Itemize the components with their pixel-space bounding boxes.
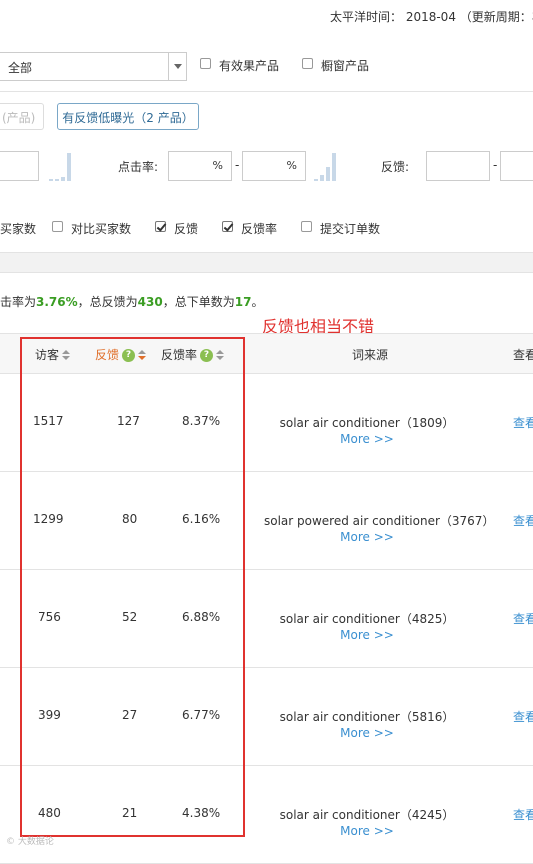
- column-toggle-row: 买家数 对比买家数 反馈 反馈率 提交订单数: [0, 209, 533, 253]
- effective-product-label: 有效果产品: [219, 59, 280, 73]
- header-view: 查看: [513, 348, 533, 362]
- cell-source: solar air conditioner（4245）: [279, 808, 455, 822]
- range-filter-row: 点击率: % - % 反馈: -: [0, 139, 533, 199]
- chevron-down-icon[interactable]: [168, 53, 186, 80]
- percent-sign: %: [212, 159, 223, 172]
- ctr-mini-chart: [314, 151, 339, 181]
- cell-source: solar air conditioner（4825）: [279, 612, 455, 626]
- ctr-max-input[interactable]: %: [242, 151, 306, 181]
- view-link[interactable]: 查看: [513, 414, 533, 431]
- percent-sign: %: [286, 159, 297, 172]
- showcase-product-checkbox[interactable]: [302, 58, 313, 69]
- distribution-mini-chart: [49, 151, 74, 181]
- summary-orders: 17: [234, 295, 252, 309]
- col-compare-buyers-label: 对比买家数: [71, 222, 132, 236]
- cell-source: solar powered air conditioner（3767）: [264, 514, 495, 528]
- watermark: © 大数据论: [6, 837, 54, 847]
- summary-ctr: 3.76%: [36, 295, 78, 309]
- feedback-low-exposure-button[interactable]: 有反馈低曝光（2 产品）: [57, 103, 199, 130]
- summary-part: 。: [251, 295, 264, 309]
- ctr-min-input[interactable]: %: [168, 151, 232, 181]
- more-link[interactable]: More >>: [264, 824, 470, 838]
- effective-product-checkbox[interactable]: [200, 58, 211, 69]
- col-feedback-checkbox[interactable]: [155, 221, 166, 232]
- more-link[interactable]: More >>: [264, 432, 470, 446]
- summary-feedback: 430: [137, 295, 163, 309]
- col-buyers-label: 买家数: [0, 222, 37, 236]
- time-zone-label: 太平洋时间： 2018-04 （更新周期：丰: [330, 10, 533, 24]
- col-orders-label: 提交订单数: [320, 222, 381, 236]
- summary-part: ，总反馈为: [77, 295, 138, 309]
- cell-source: solar air conditioner（1809）: [279, 416, 455, 430]
- view-link[interactable]: 查看: [513, 806, 533, 823]
- range-dash: -: [235, 158, 240, 172]
- header-source: 词来源: [352, 348, 389, 362]
- feedback-max-input[interactable]: [500, 151, 533, 181]
- col-feedback-rate-checkbox[interactable]: [222, 221, 233, 232]
- cell-source: solar air conditioner（5816）: [279, 710, 455, 724]
- ctr-label: 点击率:: [118, 160, 159, 174]
- range-input[interactable]: [0, 151, 39, 181]
- showcase-product-label: 橱窗产品: [321, 59, 370, 73]
- summary-text: 击率为3.76%，总反馈为430，总下单数为17。: [0, 293, 263, 310]
- summary-part: 击率为: [0, 295, 37, 309]
- col-compare-buyers-checkbox[interactable]: [52, 221, 63, 232]
- filter-row-category: 全部 有效果产品 橱窗产品: [0, 40, 533, 92]
- col-orders-checkbox[interactable]: [301, 221, 312, 232]
- summary-part: ，总下单数为: [162, 295, 235, 309]
- col-feedback-label: 反馈: [174, 222, 199, 236]
- view-link[interactable]: 查看: [513, 512, 533, 529]
- view-link[interactable]: 查看: [513, 708, 533, 725]
- feedback-label: 反馈:: [381, 160, 410, 174]
- col-feedback-rate-label: 反馈率: [241, 222, 278, 236]
- range-dash: -: [493, 158, 498, 172]
- section-divider: [0, 253, 533, 273]
- product-filter-pill[interactable]: (产品): [0, 103, 44, 130]
- top-bar: 太平洋时间： 2018-04 （更新周期：丰: [0, 0, 533, 32]
- category-select[interactable]: 全部: [0, 52, 187, 81]
- category-select-value: 全部: [8, 61, 33, 75]
- feedback-min-input[interactable]: [426, 151, 490, 181]
- more-link[interactable]: More >>: [264, 726, 470, 740]
- more-link[interactable]: More >>: [264, 530, 470, 544]
- more-link[interactable]: More >>: [264, 628, 470, 642]
- highlight-box: [20, 337, 245, 837]
- view-link[interactable]: 查看: [513, 610, 533, 627]
